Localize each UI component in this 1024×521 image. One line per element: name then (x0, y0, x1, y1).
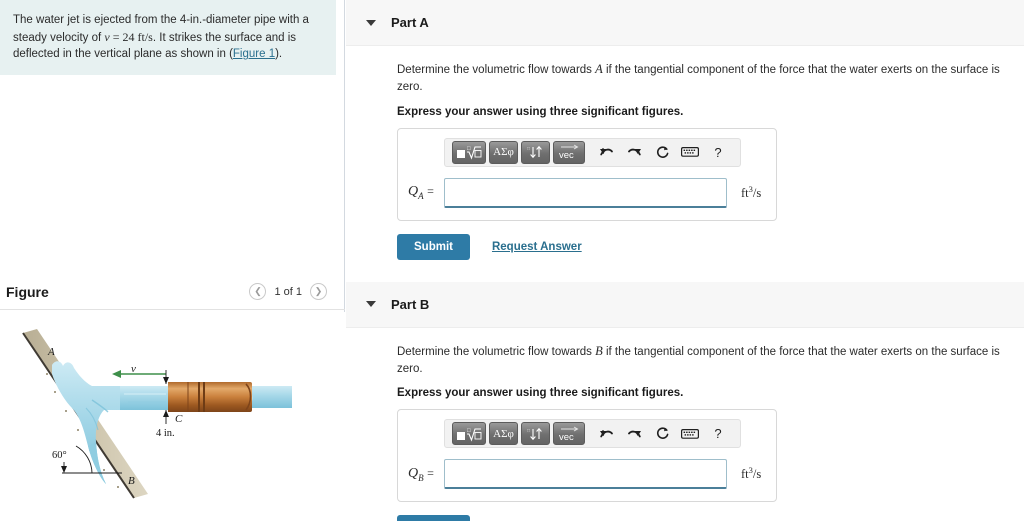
label-velocity: v (131, 363, 136, 375)
part-b-units-rest: /s (752, 467, 762, 482)
part-b-units: ft3/s (741, 465, 761, 482)
part-b-equals: = (427, 465, 434, 480)
part-b-answer-row: QB = ft3/s (408, 459, 766, 489)
part-a-actions: Submit Request Answer (397, 233, 1024, 260)
reset-icon[interactable] (651, 141, 673, 164)
svg-text:□: □ (527, 429, 530, 434)
part-b-math-toolbar: □ ΑΣφ □ vec ? (444, 419, 741, 448)
caret-down-icon[interactable] (366, 19, 376, 26)
part-b-answer-label: QB = (408, 466, 444, 483)
part-a-question-text: Determine the volumetric flow towards (397, 64, 596, 76)
part-a-equals: = (427, 184, 434, 199)
part-a-request-answer-link[interactable]: Request Answer (492, 241, 582, 253)
figure-illustration[interactable]: A B C v 60° 4 in. (0, 312, 345, 521)
velocity-units: ft/s (137, 29, 153, 44)
reset-icon[interactable] (651, 422, 673, 445)
label-angle: 60° (52, 450, 67, 461)
chevron-left-icon[interactable]: ❮ (249, 283, 267, 300)
redo-icon[interactable] (623, 422, 645, 445)
svg-text:vec: vec (559, 150, 574, 161)
undo-icon[interactable] (595, 141, 617, 164)
figure-header: Figure ❮ 1 of 1 ❯ (0, 274, 345, 310)
figure-svg: A B C v 60° 4 in. (22, 329, 292, 499)
keyboard-icon[interactable] (679, 141, 701, 164)
svg-text:□: □ (467, 428, 471, 434)
part-b-question-text: Determine the volumetric flow towards (397, 345, 596, 358)
part-b-units-base: ft (741, 467, 749, 482)
part-a-label: Part A (391, 15, 429, 30)
label-point-c: C (175, 413, 183, 425)
part-a-sigfig-note: Express your answer using three signific… (397, 105, 684, 118)
part-a-question-var: A (595, 62, 603, 76)
part-b-sigfig-note: Express your answer using three signific… (397, 387, 684, 399)
part-b-q-subscript: B (418, 472, 424, 483)
problem-statement: The water jet is ejected from the 4-in.-… (0, 0, 336, 76)
vector-key[interactable]: vec (553, 140, 585, 164)
keyboard-icon[interactable] (679, 422, 701, 445)
part-b-q-symbol: Q (408, 465, 419, 481)
part-a-q-subscript: A (418, 190, 424, 201)
problem-text-3: ). (275, 48, 283, 61)
greek-symbols-key[interactable]: ΑΣφ (489, 140, 518, 164)
left-panel: The water jet is ejected from the 4-in.-… (0, 0, 345, 521)
part-b-section: Part B Determine the volumetric flow tow… (346, 281, 1024, 521)
template-radical-key[interactable]: □ (452, 140, 486, 164)
part-b-submit-button[interactable]: Submit (397, 515, 470, 521)
part-b-question: Determine the volumetric flow towards B … (397, 342, 1024, 379)
label-point-b: B (128, 475, 135, 487)
part-a-units-base: ft (741, 186, 749, 201)
redo-icon[interactable] (623, 141, 645, 164)
template-radical-key[interactable]: □ (452, 422, 486, 445)
label-point-a: A (47, 346, 55, 358)
part-b-header[interactable]: Part B (346, 281, 1024, 328)
part-b-actions: Submit Request Answer (397, 515, 1024, 521)
figure-1-link[interactable]: Figure 1 (233, 48, 275, 60)
svg-text:□: □ (527, 147, 530, 152)
figure-pagination: ❮ 1 of 1 ❯ (249, 283, 327, 300)
undo-icon[interactable] (595, 422, 617, 445)
part-a-section: Part A Determine the volumetric flow tow… (346, 0, 1024, 260)
greek-symbols-key[interactable]: ΑΣφ (489, 422, 518, 445)
part-a-units: ft3/s (741, 184, 761, 201)
velocity-value: = 24 (109, 29, 138, 44)
help-icon[interactable]: ? (707, 422, 729, 445)
right-panel: Part A Determine the volumetric flow tow… (346, 0, 1024, 521)
part-a-body: Determine the volumetric flow towards A … (346, 46, 1024, 260)
part-a-units-rest: /s (752, 186, 762, 201)
figure-counter: 1 of 1 (274, 285, 302, 298)
part-a-q-symbol: Q (408, 184, 419, 200)
part-a-math-toolbar: □ ΑΣφ □ vec ? (444, 137, 741, 167)
help-icon[interactable]: ? (707, 141, 729, 164)
svg-text:□: □ (467, 146, 471, 152)
part-b-label: Part B (391, 296, 430, 312)
caret-down-icon[interactable] (366, 301, 376, 307)
sub-superscript-key[interactable]: □ (521, 422, 550, 445)
part-a-submit-button[interactable]: Submit (397, 233, 470, 260)
velocity-arrow (112, 370, 166, 378)
part-a-answer-label: QA = (408, 184, 444, 201)
part-b-question-var: B (595, 343, 603, 358)
part-a-answer-box: □ ΑΣφ □ vec ? QA = ft3/s (397, 127, 777, 221)
water-jet (52, 361, 292, 484)
part-a-answer-input[interactable] (444, 177, 727, 208)
pipe (168, 382, 252, 412)
label-diameter: 4 in. (156, 428, 175, 439)
part-a-answer-row: QA = ft3/s (408, 177, 766, 208)
svg-text:vec: vec (559, 432, 574, 443)
part-a-header[interactable]: Part A (346, 0, 1024, 46)
part-b-body: Determine the volumetric flow towards B … (346, 328, 1024, 521)
problem-page: The water jet is ejected from the 4-in.-… (0, 0, 1024, 521)
part-b-answer-input[interactable] (444, 459, 727, 489)
sub-superscript-key[interactable]: □ (521, 140, 550, 164)
figure-title: Figure (6, 283, 49, 300)
chevron-right-icon[interactable]: ❯ (310, 283, 327, 300)
part-a-question: Determine the volumetric flow towards A … (397, 60, 1024, 97)
part-b-answer-box: □ ΑΣφ □ vec ? QB = ft3/s (397, 409, 777, 502)
vector-key[interactable]: vec (553, 422, 585, 445)
